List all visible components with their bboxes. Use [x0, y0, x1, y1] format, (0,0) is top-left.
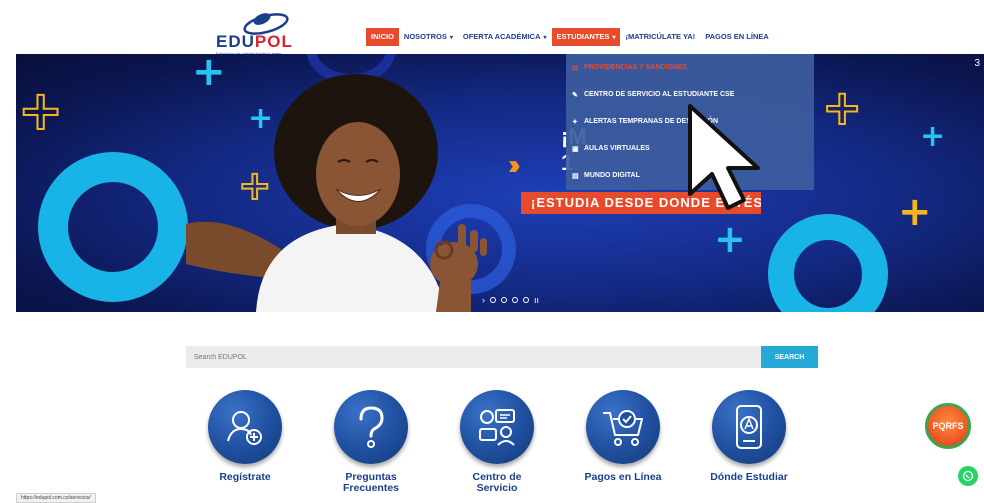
support-icon [479, 409, 515, 446]
chevron-down-icon: ▾ [612, 35, 616, 41]
search-bar: SEARCH [186, 346, 818, 368]
handshake-icon: ✎ [572, 91, 578, 99]
quick-link-circle [586, 390, 660, 464]
user-add-icon [227, 411, 262, 445]
quick-link-label: Pagos en Línea [584, 471, 662, 483]
quick-link-centro-de-servicio[interactable]: Centro de Servicio [452, 390, 542, 494]
chevron-right-icon[interactable]: › [482, 295, 485, 305]
whatsapp-button[interactable] [958, 466, 978, 486]
nav-inicio[interactable]: INICIO [366, 28, 399, 46]
quick-link-label: Centro de Servicio [472, 471, 522, 495]
quick-link-circle [208, 390, 282, 464]
status-bar-url: https://edupol.com.co/servicios/ [16, 493, 96, 503]
hero-slider: + + + + + + + + + 3 ¡M1 ›› ¡ESTUDIA DESD… [16, 54, 984, 312]
quick-link-circle [334, 390, 408, 464]
pqrfs-button[interactable]: PQRFS [925, 403, 971, 449]
nav-estudiantes[interactable]: ESTUDIANTES ▾ [551, 28, 621, 46]
quick-link-pagos-en-linea[interactable]: Pagos en Línea [578, 390, 668, 483]
double-arrow-icon: ›› [508, 149, 520, 180]
decorative-ring [768, 214, 888, 312]
cart-icon [603, 410, 643, 446]
chevron-down-icon: ▾ [543, 35, 547, 41]
plus-icon: + [821, 80, 863, 136]
pause-icon[interactable]: ıı [534, 295, 539, 305]
slider-dot[interactable] [523, 297, 529, 303]
gavel-icon: ⚖ [572, 64, 579, 72]
quick-link-circle [712, 390, 786, 464]
quick-link-circle [460, 390, 534, 464]
edupol-logo[interactable]: EDUPOL Educación de calidad donde tú est… [216, 10, 316, 56]
plus-icon: + [714, 217, 746, 261]
quick-link-label: Preguntas Frecuentes [342, 471, 400, 495]
monitor-icon: ▣ [572, 145, 579, 153]
dropdown-item-providencias[interactable]: ⚖ PROVIDENCIAS Y SANCIONES [566, 54, 814, 81]
quick-link-donde-estudiar[interactable]: Dónde Estudiar [704, 390, 794, 483]
logo-wordmark: EDUPOL [216, 32, 293, 51]
search-input[interactable] [186, 346, 761, 368]
quick-link-label: Dónde Estudiar [710, 471, 788, 483]
plus-icon: + [17, 79, 64, 142]
quick-link-registrate[interactable]: Regístrate [200, 390, 290, 483]
site-header: EDUPOL Educación de calidad donde tú est… [16, 6, 984, 56]
plus-icon: + [898, 189, 932, 235]
plus-icon: + [920, 119, 946, 154]
quick-link-label: Regístrate [219, 471, 271, 483]
slider-dot[interactable] [512, 297, 518, 303]
whatsapp-icon [962, 470, 974, 482]
student-photo [186, 74, 487, 312]
slider-dot[interactable] [490, 297, 496, 303]
tablet-icon: ▤ [572, 172, 579, 180]
decorative-ring [38, 152, 188, 302]
page: EDUPOL Educación de calidad donde tú est… [0, 0, 984, 503]
chevron-down-icon: ▾ [449, 35, 453, 41]
slider-dot[interactable] [501, 297, 507, 303]
mouse-pointer-icon [688, 104, 760, 210]
nav-oferta-academica[interactable]: OFERTA ACADÉMICA ▾ [458, 28, 552, 46]
hero-edge-text: 3 [974, 58, 980, 69]
nav-matriculate[interactable]: ¡MATRICÚLATE YA! [620, 28, 700, 46]
quick-link-preguntas-frecuentes[interactable]: Preguntas Frecuentes [326, 390, 416, 494]
search-button[interactable]: SEARCH [761, 346, 818, 368]
main-nav: INICIO NOSOTROS ▾ OFERTA ACADÉMICA ▾ ESTUD… [366, 28, 774, 46]
nav-pagos-en-linea[interactable]: PAGOS EN LÍNEA [700, 28, 774, 46]
location-phone-icon [736, 405, 762, 449]
question-icon [359, 406, 384, 448]
slider-dots: › ıı [482, 295, 539, 305]
bell-icon: ✦ [572, 118, 578, 126]
nav-nosotros[interactable]: NOSOTROS ▾ [399, 28, 458, 46]
